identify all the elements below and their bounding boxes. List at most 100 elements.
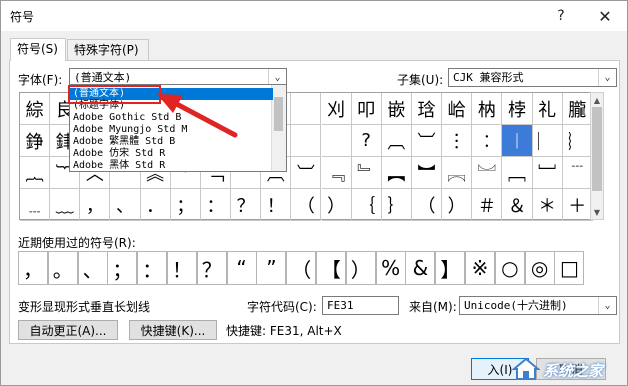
scroll-up-icon[interactable]: ▲ — [591, 93, 603, 107]
recent-symbol-cell[interactable]: 【 — [316, 251, 346, 285]
subset-label: 子集(U): — [397, 73, 444, 87]
symbol-cell[interactable]: ︻ — [381, 157, 412, 189]
chevron-down-icon[interactable]: ⌄ — [598, 69, 616, 86]
symbol-cell[interactable]: ﹈ — [532, 157, 563, 189]
recent-symbol-cell[interactable]: “ — [226, 251, 257, 285]
close-button[interactable]: ✕ — [583, 1, 627, 31]
symbol-grid-scrollbar[interactable]: ▲ ▼ — [590, 92, 604, 220]
char-code-input[interactable]: FE31 — [322, 296, 399, 315]
symbol-cell[interactable]: ﹃ — [321, 157, 352, 189]
symbol-cell[interactable] — [291, 93, 322, 125]
dropdown-scrollbar[interactable] — [271, 85, 286, 171]
symbol-cell[interactable]: ︘ — [472, 157, 503, 189]
recent-symbol-cell[interactable]: ， — [18, 251, 48, 285]
scrollbar-thumb[interactable] — [274, 97, 283, 131]
font-select-value: (普通文本) — [74, 71, 132, 84]
recent-symbol-cell[interactable]: 、 — [77, 251, 108, 285]
symbol-cell[interactable]: ︱ — [502, 125, 533, 157]
symbol-cell[interactable] — [321, 125, 352, 157]
symbol-cell[interactable]: ︳ — [532, 125, 563, 157]
recent-symbol-cell[interactable]: ◎ — [524, 251, 555, 285]
symbol-cell[interactable]: ﹍ — [20, 189, 51, 221]
scroll-down-icon[interactable]: ▼ — [591, 205, 603, 219]
symbol-cell[interactable]: ｝ — [381, 189, 412, 221]
recent-symbol-cell[interactable]: （ — [286, 251, 317, 285]
recent-symbol-cell[interactable]: □ — [554, 251, 585, 285]
from-select[interactable]: Unicode(十六进制) ⌄ — [459, 296, 617, 315]
recent-symbol-cell[interactable]: ？ — [196, 251, 227, 285]
recent-symbol-cell[interactable]: ※ — [465, 251, 495, 285]
symbol-cell[interactable]: ﹉ — [562, 157, 593, 189]
symbol-cell[interactable]: ﹇ — [502, 157, 533, 189]
tab-symbols[interactable]: 符号(S) — [10, 38, 66, 61]
symbol-cell[interactable]: ＊ — [532, 189, 563, 221]
symbol-cell[interactable]: ｛ — [351, 189, 382, 221]
highlight-annotation-box — [68, 85, 161, 104]
recent-symbol-cell[interactable]: & — [405, 251, 436, 285]
recent-symbol-cell[interactable]: 。 — [47, 251, 78, 285]
symbol-cell[interactable]: 刈 — [321, 93, 352, 125]
symbol-cell[interactable]: ︺ — [291, 157, 322, 189]
symbol-cell[interactable]: （ — [411, 189, 443, 221]
symbol-cell[interactable]: 礼 — [532, 93, 563, 125]
symbol-cell[interactable]: ︷ — [20, 157, 51, 189]
symbol-cell[interactable]: ） — [321, 189, 352, 221]
recent-symbol-cell[interactable]: % — [375, 251, 406, 285]
symbol-cell[interactable]: ， — [80, 189, 111, 221]
symbol-cell[interactable]: ︰ — [472, 125, 503, 157]
char-code-label: 字符代码(C): — [247, 300, 317, 314]
recent-symbol-cell[interactable]: ： — [137, 251, 168, 285]
shortcut-text: 快捷键: FE31, Alt+X — [226, 324, 342, 338]
symbol-cell[interactable]: ＃ — [472, 189, 503, 221]
symbol-cell[interactable]: ！ — [261, 189, 292, 221]
symbol-cell[interactable]: （ — [291, 189, 322, 221]
font-option[interactable]: Adobe 黑体 Std R — [70, 160, 273, 171]
symbol-cell[interactable]: ； — [170, 189, 201, 221]
scrollbar-thumb[interactable] — [592, 107, 602, 191]
symbol-cell[interactable]: ： — [200, 189, 232, 221]
chevron-down-icon[interactable]: ⌄ — [598, 297, 616, 314]
font-option[interactable]: Adobe 仿宋 Std R — [70, 148, 273, 160]
symbol-cell[interactable]: ＆ — [502, 189, 533, 221]
symbol-cell[interactable]: ？ — [231, 189, 262, 221]
symbol-cell[interactable]: 叩 — [351, 93, 382, 125]
recent-symbol-cell[interactable]: ； — [107, 251, 138, 285]
symbol-cell[interactable]: ﹄ — [351, 157, 382, 189]
symbol-cell[interactable]: ︼ — [411, 157, 443, 189]
watermark: 系统之家 — [509, 355, 627, 385]
symbol-cell[interactable]: 嵌 — [381, 93, 412, 125]
symbol-cell[interactable] — [291, 125, 322, 157]
symbol-cell[interactable]: ︹ — [381, 125, 412, 157]
character-name: 变形显现形式垂直长划线 — [18, 300, 151, 314]
recent-symbol-cell[interactable]: ！ — [167, 251, 197, 285]
symbol-cell[interactable]: ︴ — [562, 125, 593, 157]
symbol-cell[interactable]: 峆 — [442, 93, 473, 125]
symbol-cell[interactable]: ． — [140, 189, 171, 221]
shortcut-key-button[interactable]: 快捷键(K)... — [129, 320, 217, 340]
autocorrect-button[interactable]: 自动更正(A)... — [18, 320, 118, 340]
recent-symbol-cell[interactable]: ○ — [494, 251, 525, 285]
font-label: 字体(F): — [18, 73, 63, 87]
symbol-cell[interactable]: ? — [351, 125, 382, 157]
symbol-cell[interactable]: 桲 — [502, 93, 533, 125]
recent-symbol-cell[interactable]: ） — [345, 251, 376, 285]
symbol-cell[interactable]: 錚 — [20, 125, 51, 157]
symbol-cell[interactable]: ﹏ — [50, 189, 81, 221]
symbol-cell[interactable]: ＋ — [562, 189, 593, 221]
symbol-cell[interactable]: 綜 — [20, 93, 51, 125]
symbol-cell[interactable]: ︗ — [442, 157, 473, 189]
symbol-cell[interactable]: ︙ — [442, 125, 473, 157]
symbol-cell[interactable]: 朧 — [562, 93, 593, 125]
help-button[interactable]: ? — [539, 1, 583, 31]
symbol-cell[interactable]: ︺ — [411, 125, 443, 157]
symbol-cell[interactable]: 枘 — [472, 93, 503, 125]
recent-symbol-cell[interactable]: 】 — [435, 251, 466, 285]
subset-select[interactable]: CJK 兼容形式 ⌄ — [448, 68, 617, 87]
tab-special-characters[interactable]: 特殊字符(P) — [67, 39, 149, 60]
symbol-cell[interactable]: ） — [442, 189, 473, 221]
red-arrow-icon — [157, 94, 238, 138]
recent-symbol-cell[interactable]: ” — [256, 251, 287, 285]
house-logo-icon — [512, 357, 540, 380]
symbol-cell[interactable]: 、 — [110, 189, 141, 221]
symbol-cell[interactable]: 琀 — [411, 93, 443, 125]
